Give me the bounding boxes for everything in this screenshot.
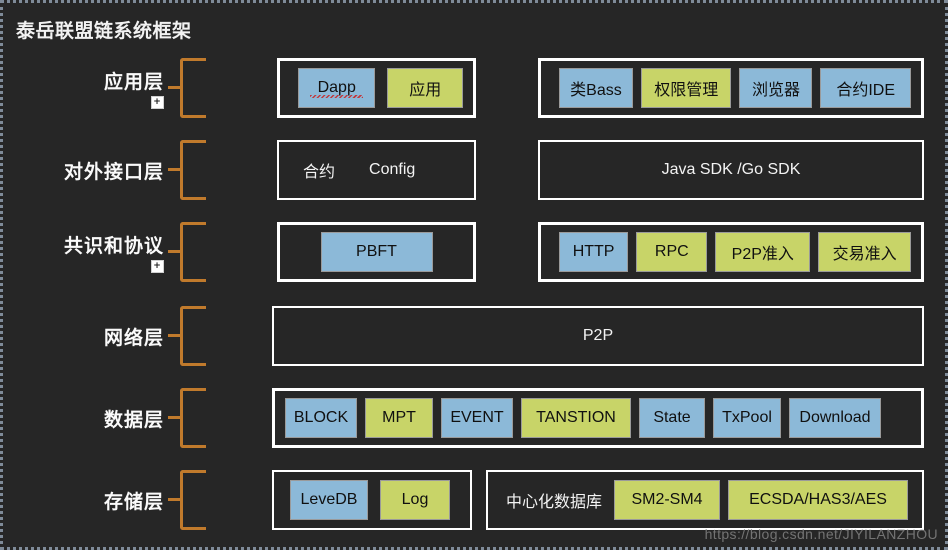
chip-label: P2P准入: [731, 246, 794, 263]
chip-mpt[interactable]: MPT: [365, 398, 433, 438]
layer-label-text: 网络层: [103, 327, 164, 349]
label-config: Config: [369, 161, 416, 178]
layer-label-text: 存储层: [103, 491, 164, 513]
chip-label: Dapp: [317, 79, 356, 96]
label-java-go-sdk: Java SDK /Go SDK: [661, 161, 801, 178]
chip-label: TANSTION: [536, 409, 616, 426]
storage-left-panel: LeveDB Log: [272, 470, 472, 530]
chip-txpool[interactable]: TxPool: [713, 398, 781, 438]
chip-ecsda-has3-aes[interactable]: ECSDA/HAS3/AES: [728, 480, 909, 520]
chip-lei-bass[interactable]: 类Bass: [559, 68, 633, 108]
chip-permission-management[interactable]: 权限管理: [640, 68, 732, 108]
chip-label: LeveDB: [300, 491, 358, 508]
chip-pbft[interactable]: PBFT: [320, 232, 433, 272]
layer-row-interface: 对外接口层 合约 Config Java SDK /Go SDK: [0, 132, 948, 208]
layer-label-storage: 存储层: [0, 462, 168, 538]
chip-application[interactable]: 应用: [387, 68, 463, 108]
chip-label: EVENT: [450, 409, 504, 426]
chip-transaction-access[interactable]: 交易准入: [818, 232, 911, 272]
layer-row-network: 网络层 P2P: [0, 298, 948, 374]
chip-label: ECSDA/HAS3/AES: [749, 491, 887, 508]
layer-label-application: 应用层 +: [0, 50, 168, 126]
chip-browser[interactable]: 浏览器: [739, 68, 813, 108]
application-right-panel: 类Bass 权限管理 浏览器 合约IDE: [538, 58, 924, 118]
chip-event[interactable]: EVENT: [441, 398, 513, 438]
bracket-icon: [180, 306, 206, 366]
layer-label-text: 共识和协议: [63, 236, 164, 257]
chip-label: 交易准入: [832, 246, 897, 263]
consensus-right-panel: HTTP RPC P2P准入 交易准入: [538, 222, 924, 282]
data-panel: BLOCK MPT EVENT TANSTION State TxPool Do…: [272, 388, 924, 448]
chip-sm2-sm4[interactable]: SM2-SM4: [614, 480, 721, 520]
chip-p2p-access[interactable]: P2P准入: [715, 232, 811, 272]
layer-row-consensus: 共识和协议 + PBFT HTTP RPC P2P准入 交易准入: [0, 214, 948, 290]
chip-label: BLOCK: [293, 409, 349, 426]
interface-right-panel: Java SDK /Go SDK: [538, 140, 924, 200]
chip-label: 类Bass: [570, 82, 622, 99]
consensus-left-panel: PBFT: [277, 222, 476, 282]
chip-label: SM2-SM4: [631, 491, 703, 508]
chip-rpc[interactable]: RPC: [636, 232, 708, 272]
label-centralized-database: 中心化数据库: [506, 494, 603, 511]
chip-label: Download: [799, 409, 871, 426]
chip-leveldb[interactable]: LeveDB: [290, 480, 368, 520]
bracket-icon: [180, 470, 206, 530]
chip-label: TxPool: [722, 409, 772, 426]
chip-label: Log: [401, 491, 429, 508]
chip-label: PBFT: [356, 243, 397, 260]
chip-label: 应用: [409, 82, 442, 99]
chip-label: 权限管理: [654, 82, 719, 99]
layer-label-text: 应用层: [103, 72, 164, 93]
chip-tanstion[interactable]: TANSTION: [521, 398, 631, 438]
chip-label: HTTP: [572, 243, 615, 260]
application-left-panel: Dapp 应用: [277, 58, 476, 118]
chip-download[interactable]: Download: [789, 398, 881, 438]
layer-label-text: 对外接口层: [63, 161, 164, 183]
bracket-icon: [180, 388, 206, 448]
layer-label-text: 数据层: [103, 409, 164, 431]
chip-log[interactable]: Log: [380, 480, 450, 520]
network-panel: P2P: [272, 306, 924, 366]
expand-plus-badge[interactable]: +: [151, 260, 164, 273]
layer-label-data: 数据层: [0, 380, 168, 456]
storage-right-panel: 中心化数据库 SM2-SM4 ECSDA/HAS3/AES: [486, 470, 924, 530]
chip-label: 浏览器: [751, 82, 800, 99]
chip-http[interactable]: HTTP: [559, 232, 629, 272]
label-contract: 合约: [303, 164, 336, 181]
chip-block[interactable]: BLOCK: [285, 398, 357, 438]
bracket-icon: [180, 58, 206, 118]
diagram-canvas: 泰岳联盟链系统框架 应用层 + Dapp 应用 类Bass 权限管理 浏览器 合…: [0, 0, 948, 550]
chip-contract-ide[interactable]: 合约IDE: [820, 68, 911, 108]
layer-label-interface: 对外接口层: [0, 132, 168, 208]
layer-label-network: 网络层: [0, 298, 168, 374]
label-p2p: P2P: [582, 327, 614, 344]
chip-dapp[interactable]: Dapp: [298, 68, 376, 108]
watermark: https://blog.csdn.net/JIYILANZHOU: [704, 526, 938, 542]
chip-label: RPC: [654, 243, 689, 260]
bracket-icon: [180, 140, 206, 200]
expand-plus-badge[interactable]: +: [151, 96, 164, 109]
chip-label: State: [653, 409, 691, 426]
bracket-icon: [180, 222, 206, 282]
chip-label: MPT: [382, 409, 416, 426]
chip-label: 合约IDE: [836, 82, 896, 99]
diagram-title: 泰岳联盟链系统框架: [16, 21, 192, 42]
chip-state[interactable]: State: [639, 398, 705, 438]
layer-row-application: 应用层 + Dapp 应用 类Bass 权限管理 浏览器 合约IDE: [0, 50, 948, 126]
interface-left-panel: 合约 Config: [277, 140, 476, 200]
layer-row-data: 数据层 BLOCK MPT EVENT TANSTION State TxPoo…: [0, 380, 948, 456]
layer-label-consensus: 共识和协议 +: [0, 214, 168, 290]
